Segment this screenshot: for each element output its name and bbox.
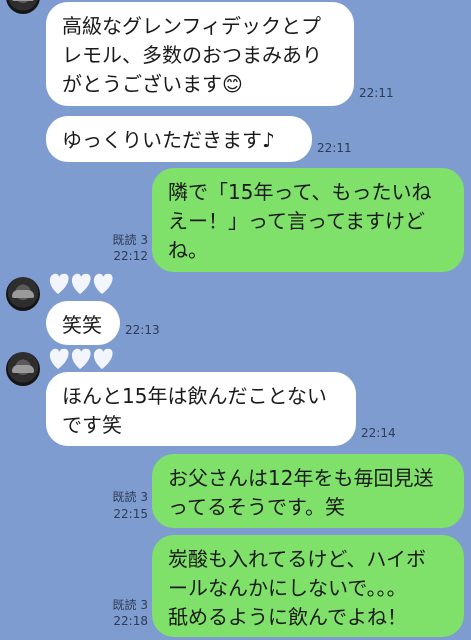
message-bubble-outgoing[interactable]: お父さんは12年をも毎回見送 ってるそうです。笑 xyxy=(152,454,464,528)
message-time: 22:14 xyxy=(361,426,396,440)
message-text-line: 舐めるように飲んでよね！ xyxy=(168,605,407,629)
message-time: 22:11 xyxy=(317,141,352,155)
message-text-line: ね。 xyxy=(168,238,208,262)
sender-avatar[interactable] xyxy=(6,352,40,386)
message-text-line: です笑 xyxy=(62,413,122,437)
message-text-line: 炭酸も入れてるけど、ハイボ xyxy=(168,547,426,571)
read-receipt: 既読 3 xyxy=(112,233,148,247)
message-time: 22:12 xyxy=(113,249,148,263)
read-receipt: 既読 3 xyxy=(112,490,148,504)
message-time: 22:13 xyxy=(125,323,160,337)
message-text-line: ってるそうです。笑 xyxy=(168,495,345,519)
sender-avatar[interactable] xyxy=(6,0,40,14)
message-text-line: 笑笑 xyxy=(62,313,102,337)
message-text-line: ゆっくりいただきます♪ xyxy=(62,128,275,152)
message-bubble-incoming[interactable]: 高級なグレンフィデックとプ レモル、多数のおつまみあり がとうございます😊 xyxy=(46,2,354,106)
message-text-line: 隣で「15年って、もったいね xyxy=(168,180,432,204)
message-time: 22:15 xyxy=(113,507,148,521)
message-text-line: 高級なグレンフィデックとプ xyxy=(62,14,321,38)
message-time: 22:18 xyxy=(113,614,148,628)
hearts-name-sticker xyxy=(49,348,113,369)
message-bubble-incoming[interactable]: ほんと15年は飲んだことない です笑 xyxy=(46,372,356,446)
read-receipt: 既読 3 xyxy=(112,598,148,612)
message-text-line: ほんと15年は飲んだことない xyxy=(62,384,327,408)
message-bubble-incoming[interactable]: 笑笑 xyxy=(46,301,120,345)
sender-avatar[interactable] xyxy=(6,277,40,311)
message-text-line: お父さんは12年をも毎回見送 xyxy=(168,466,434,490)
message-bubble-outgoing[interactable]: 炭酸も入れてるけど、ハイボ ールなんかにしないで。。。 舐めるように飲んでよね！ xyxy=(152,535,464,637)
message-time: 22:11 xyxy=(359,86,394,100)
message-text-line: えー！」って言ってますけど xyxy=(168,209,425,233)
hearts-name-sticker xyxy=(49,273,113,294)
message-text-line: レモル、多数のおつまみあり xyxy=(62,43,322,67)
message-bubble-incoming[interactable]: ゆっくりいただきます♪ xyxy=(46,116,312,162)
message-text-line: がとうございます😊 xyxy=(62,72,243,96)
message-bubble-outgoing[interactable]: 隣で「15年って、もったいね えー！」って言ってますけど ね。 xyxy=(152,168,464,272)
message-text-line: ールなんかにしないで。。。 xyxy=(168,576,407,600)
